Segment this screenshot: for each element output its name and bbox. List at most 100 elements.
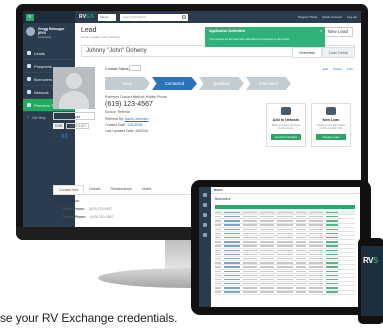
table-cell	[243, 266, 257, 268]
tablet-device: RVGS Borrowers	[191, 180, 371, 315]
table-cell	[215, 237, 221, 239]
photo-head	[66, 73, 82, 89]
tab-relationships[interactable]: Relationships	[105, 185, 137, 194]
detail-tabs: Contact Info Details Relationships Notes	[53, 185, 203, 195]
table-cell	[326, 232, 338, 235]
close-icon[interactable]: ×	[320, 28, 322, 33]
tab-details[interactable]: Details	[84, 185, 105, 194]
phone-logo-accent: S	[372, 256, 378, 265]
menu-icon[interactable]: ≡	[26, 13, 34, 21]
user-role: Licensee)	[38, 35, 52, 39]
create-loan-button[interactable]: Create Loan	[316, 134, 346, 140]
table-cell	[326, 257, 338, 260]
tab-overview[interactable]: Overview	[291, 47, 322, 58]
logout-link[interactable]: Log out	[347, 15, 357, 19]
toast-text: The request for the loan was submitted s…	[209, 37, 290, 41]
search-input[interactable]: Search RVSEOS...	[119, 13, 188, 21]
age-field: Age 83	[53, 134, 68, 140]
nav-icon[interactable]	[203, 203, 207, 207]
table-cell	[243, 224, 257, 226]
table-cell	[296, 274, 306, 277]
tablet-screen: RVGS Borrowers	[199, 187, 360, 307]
referred-link[interactable]: Aaron Johnston	[125, 117, 149, 121]
table-row[interactable]	[215, 291, 355, 295]
nav-icon[interactable]	[203, 193, 207, 197]
table-cell	[215, 283, 221, 285]
table-cell	[260, 249, 274, 251]
table-cell	[215, 216, 221, 218]
communication-title: Communication	[53, 199, 80, 203]
pipeline-step-new[interactable]: New	[105, 77, 150, 90]
convert-contact-button[interactable]: Convert Contact	[271, 134, 301, 140]
favorite-button[interactable]: Favorite	[53, 112, 95, 120]
search-icon[interactable]	[181, 14, 186, 19]
communication-section: Communication Home Phone: (619) 123-4567 …	[53, 199, 113, 219]
quick-connect-link[interactable]: Quick Connect	[322, 15, 342, 19]
table-cell	[326, 224, 338, 226]
tab-notes[interactable]: Notes	[137, 185, 156, 194]
table-cell	[260, 274, 274, 277]
user-profile[interactable]: Gregg Holcuppe (RVX Licensee)	[23, 23, 75, 43]
sidebar-item-label: Borrowers	[34, 76, 53, 82]
preferred-value: Mobile Phone	[145, 95, 167, 99]
table-cell	[243, 228, 257, 231]
breadcrumb[interactable]: Home / Leads / John Doheny	[81, 35, 120, 39]
table-cell	[243, 241, 257, 243]
table-cell	[309, 232, 323, 235]
table-cell	[215, 249, 221, 251]
table-cell	[326, 270, 338, 272]
nav-icon[interactable]	[203, 223, 207, 227]
table-cell	[309, 224, 323, 226]
table-cell	[296, 266, 306, 268]
table-cell	[215, 241, 221, 243]
edit-link[interactable]: Edit	[323, 67, 328, 71]
pipeline-step-interested[interactable]: Interested	[246, 77, 291, 90]
dob-value[interactable]: 12/12/1967	[66, 123, 90, 129]
app-logo[interactable]: RVGS	[79, 14, 94, 20]
table-cell	[309, 220, 323, 222]
table-cell	[296, 228, 306, 231]
table-cell	[277, 283, 293, 285]
card-text: Create a new loan based on this contact'…	[316, 124, 346, 130]
table-cell	[215, 257, 221, 260]
home-phone-row: Home Phone: (619) 123-4567	[53, 207, 113, 211]
tab-loan-detail[interactable]: Loan Detail	[321, 47, 355, 58]
org-select[interactable]: Select	[97, 13, 116, 21]
avatar	[26, 27, 35, 36]
table-cell	[296, 216, 306, 218]
support-ticket-link[interactable]: Support Ticket	[298, 15, 317, 19]
pipeline-step-contacted[interactable]: Contacted	[152, 77, 197, 90]
table-cell	[309, 278, 323, 281]
contact-status-label: Contact Status	[105, 67, 129, 71]
table-cell	[260, 241, 274, 243]
pipeline-step-qualified[interactable]: Qualified	[199, 77, 244, 90]
dob-label: DOB	[53, 123, 65, 129]
tablet-sidebar	[199, 187, 211, 307]
sidebar-item-label: Leads	[34, 50, 45, 56]
sidebar-item-leads[interactable]: Leads	[23, 47, 75, 60]
phone-device: RVS	[358, 238, 383, 324]
table-cell	[309, 287, 323, 289]
table-cell	[224, 220, 240, 222]
contact-status-select[interactable]	[129, 65, 141, 71]
table-cell	[309, 266, 323, 268]
table-cell	[296, 287, 306, 289]
table-cell	[243, 237, 257, 239]
sidebar-item-label: Prospects	[34, 63, 52, 69]
table-cell	[224, 232, 240, 235]
table-cell	[326, 291, 338, 293]
print-link[interactable]: Print	[347, 67, 353, 71]
table-cell	[243, 291, 257, 293]
updated-value: 4/8/2016	[135, 129, 149, 134]
nav-icon[interactable]	[203, 233, 207, 237]
table-cell	[224, 253, 240, 256]
table-cell	[309, 237, 323, 239]
table-cell	[309, 241, 323, 243]
delete-link[interactable]: Delete	[333, 67, 342, 71]
network-icon	[27, 90, 31, 94]
table-cell	[277, 224, 293, 226]
table-cell	[277, 274, 293, 277]
nav-icon[interactable]	[203, 213, 207, 217]
tab-contact-info[interactable]: Contact Info	[53, 185, 85, 194]
updated-label: Last Updated Date:	[105, 129, 135, 134]
